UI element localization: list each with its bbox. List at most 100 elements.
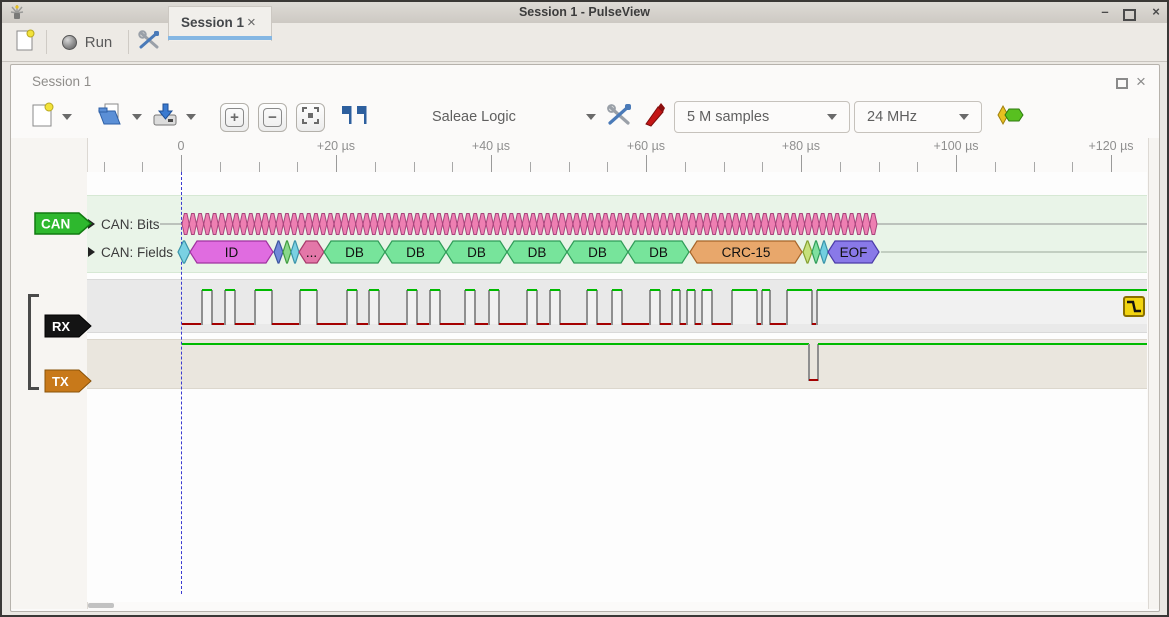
can-field-annotation[interactable]: [283, 241, 291, 263]
can-bit-annotation[interactable]: [667, 214, 674, 235]
can-field-annotation[interactable]: [274, 241, 283, 263]
can-bit-annotation[interactable]: [262, 214, 269, 235]
can-bit-annotation[interactable]: [254, 214, 261, 235]
can-bit-annotation[interactable]: [587, 214, 594, 235]
can-bit-annotation[interactable]: [754, 214, 761, 235]
can-bit-annotation[interactable]: [776, 214, 783, 235]
can-bit-annotation[interactable]: [841, 214, 848, 235]
can-bit-annotation[interactable]: [638, 214, 645, 235]
can-bit-annotation[interactable]: [595, 214, 602, 235]
time-ruler[interactable]: 0+20 µs+40 µs+60 µs+80 µs+100 µs+120 µs: [87, 138, 1147, 172]
open-button[interactable]: [96, 102, 126, 132]
can-bit-annotation[interactable]: [580, 214, 587, 235]
can-bit-annotation[interactable]: [631, 214, 638, 235]
zoom-in-button[interactable]: +: [220, 103, 249, 132]
new-view-dropdown-arrow[interactable]: [62, 114, 72, 120]
can-bit-annotation[interactable]: [805, 214, 812, 235]
can-bit-annotation[interactable]: [826, 214, 833, 235]
can-bit-annotation[interactable]: [863, 214, 870, 235]
can-bit-annotation[interactable]: [624, 214, 631, 235]
settings-button[interactable]: [134, 27, 164, 57]
can-bit-annotation[interactable]: [558, 214, 565, 235]
can-bit-annotation[interactable]: [341, 214, 348, 235]
can-bit-annotation[interactable]: [790, 214, 797, 235]
can-bit-annotation[interactable]: [457, 214, 464, 235]
new-view-button[interactable]: [28, 102, 58, 132]
can-bit-annotation[interactable]: [283, 214, 290, 235]
can-bit-annotation[interactable]: [703, 214, 710, 235]
can-bit-annotation[interactable]: [616, 214, 623, 235]
can-bit-annotation[interactable]: [233, 214, 240, 235]
can-bit-annotation[interactable]: [392, 214, 399, 235]
can-bit-annotation[interactable]: [443, 214, 450, 235]
rx-channel-tag[interactable]: RX: [44, 314, 94, 343]
can-bit-annotation[interactable]: [710, 214, 717, 235]
can-bit-annotation[interactable]: [312, 214, 319, 235]
show-cursors-button[interactable]: [338, 103, 372, 131]
can-bit-annotation[interactable]: [768, 214, 775, 235]
can-bit-annotation[interactable]: [240, 214, 247, 235]
can-bit-annotation[interactable]: [363, 214, 370, 235]
row-expander-icon[interactable]: [88, 247, 95, 257]
can-bit-annotation[interactable]: [725, 214, 732, 235]
open-dropdown-arrow[interactable]: [132, 114, 142, 120]
can-bit-annotation[interactable]: [414, 214, 421, 235]
sample-rate-select[interactable]: 24 MHz: [854, 101, 982, 133]
can-bit-annotation[interactable]: [718, 214, 725, 235]
tab-close-icon[interactable]: ×: [247, 14, 256, 31]
can-bit-annotation[interactable]: [544, 214, 551, 235]
zoom-fit-button[interactable]: [296, 103, 325, 132]
can-bit-annotation[interactable]: [653, 214, 660, 235]
can-bit-annotation[interactable]: [747, 214, 754, 235]
can-bit-annotation[interactable]: [566, 214, 573, 235]
can-decoder-tag[interactable]: CAN: [34, 212, 94, 241]
can-bit-annotation[interactable]: [204, 214, 211, 235]
can-bit-annotation[interactable]: [464, 214, 471, 235]
probe-channels-button[interactable]: [640, 102, 670, 132]
can-bit-annotation[interactable]: [196, 214, 203, 235]
can-field-annotation[interactable]: [178, 241, 190, 263]
can-bit-annotation[interactable]: [602, 214, 609, 235]
can-bit-annotation[interactable]: [609, 214, 616, 235]
can-bit-annotation[interactable]: [247, 214, 254, 235]
can-bit-annotation[interactable]: [435, 214, 442, 235]
tx-channel-tag[interactable]: TX: [44, 369, 94, 398]
close-button[interactable]: ×: [1145, 4, 1167, 20]
can-bit-annotation[interactable]: [406, 214, 413, 235]
sample-count-select[interactable]: 5 M samples: [674, 101, 850, 133]
maximize-button[interactable]: [1123, 9, 1136, 21]
can-bit-annotation[interactable]: [189, 214, 196, 235]
can-bit-annotation[interactable]: [320, 214, 327, 235]
can-bit-annotation[interactable]: [522, 214, 529, 235]
can-bit-annotation[interactable]: [182, 214, 189, 235]
horizontal-scrollbar-thumb[interactable]: [88, 603, 114, 608]
can-bit-annotation[interactable]: [515, 214, 522, 235]
can-bit-annotation[interactable]: [298, 214, 305, 235]
can-bit-annotation[interactable]: [218, 214, 225, 235]
can-field-annotation[interactable]: [812, 241, 820, 263]
can-bit-annotation[interactable]: [508, 214, 515, 235]
can-bit-annotation[interactable]: [276, 214, 283, 235]
run-button[interactable]: Run: [56, 27, 118, 57]
can-bit-annotation[interactable]: [377, 214, 384, 235]
can-bit-annotation[interactable]: [349, 214, 356, 235]
can-bit-annotation[interactable]: [855, 214, 862, 235]
can-bit-annotation[interactable]: [269, 214, 276, 235]
panel-close-button[interactable]: ×: [1136, 72, 1146, 92]
falling-edge-trigger-marker[interactable]: [1123, 296, 1145, 317]
can-bit-annotation[interactable]: [674, 214, 681, 235]
can-bit-annotation[interactable]: [696, 214, 703, 235]
panel-float-button[interactable]: [1116, 78, 1128, 89]
can-bit-annotation[interactable]: [848, 214, 855, 235]
add-decoder-button[interactable]: [994, 104, 1028, 130]
waveforms-and-annotations[interactable]: ID...DBDBDBDBDBDBCRC-15EOF: [87, 172, 1147, 602]
can-bit-annotation[interactable]: [573, 214, 580, 235]
can-bit-annotation[interactable]: [493, 214, 500, 235]
can-field-annotation[interactable]: [820, 241, 828, 263]
can-bit-annotation[interactable]: [305, 214, 312, 235]
can-bit-annotation[interactable]: [370, 214, 377, 235]
can-bit-annotation[interactable]: [689, 214, 696, 235]
device-select[interactable]: Saleae Logic: [432, 102, 596, 132]
can-bit-annotation[interactable]: [682, 214, 689, 235]
can-bit-annotation[interactable]: [479, 214, 486, 235]
